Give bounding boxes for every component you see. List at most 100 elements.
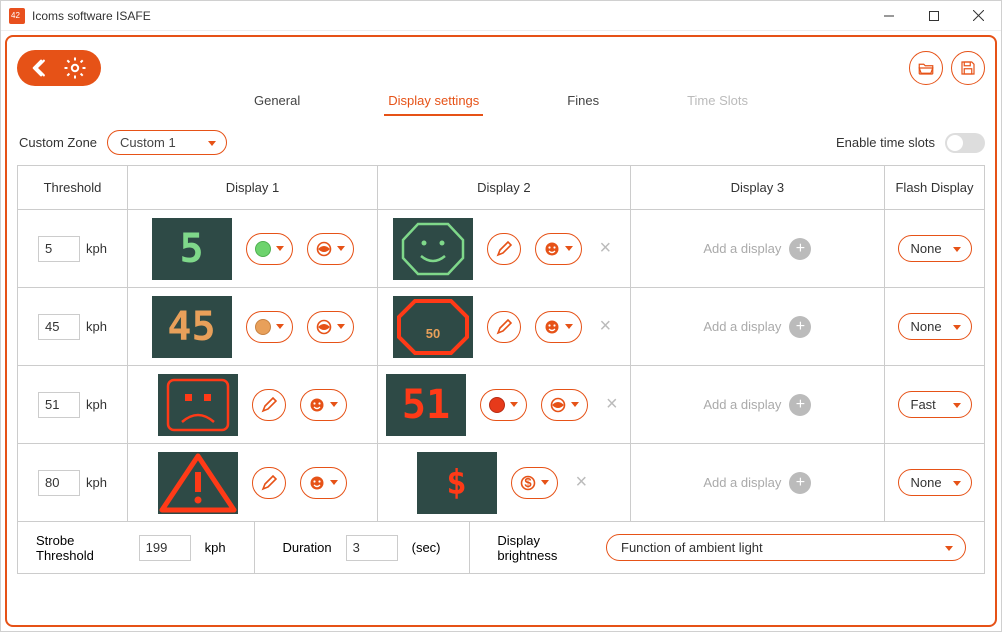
- content-panel: General Display settings Fines Time Slot…: [5, 35, 997, 627]
- back-icon[interactable]: [31, 57, 53, 79]
- minimize-button[interactable]: [866, 1, 911, 30]
- icon-picker[interactable]: [535, 233, 582, 265]
- icon-picker[interactable]: [300, 389, 347, 421]
- duration-input[interactable]: [346, 535, 398, 561]
- svg-text:$: $: [524, 475, 532, 490]
- tab-fines[interactable]: Fines: [563, 87, 603, 116]
- save-button[interactable]: [951, 51, 985, 85]
- close-button[interactable]: [956, 1, 1001, 30]
- threshold-input[interactable]: [38, 236, 80, 262]
- smiley-icon: [309, 397, 325, 413]
- tab-general[interactable]: General: [250, 87, 304, 116]
- display-preview[interactable]: 51: [386, 374, 466, 436]
- enable-time-slots-label: Enable time slots: [836, 135, 935, 150]
- tabs: General Display settings Fines Time Slot…: [17, 87, 985, 116]
- maximize-button[interactable]: [911, 1, 956, 30]
- io-buttons: [909, 51, 985, 85]
- table-row: kph 51 × Add a display+ Fast: [18, 366, 985, 444]
- flash-display-dropdown[interactable]: Fast: [898, 391, 972, 418]
- unit-label: kph: [86, 475, 107, 490]
- remove-display-button[interactable]: ×: [572, 471, 592, 494]
- display-preview[interactable]: 50: [393, 296, 473, 358]
- display-preview[interactable]: [158, 452, 238, 514]
- back-settings-pill: [17, 50, 101, 86]
- remove-display-button[interactable]: ×: [596, 315, 616, 338]
- app-icon: [9, 8, 25, 24]
- icon-picker[interactable]: [535, 311, 582, 343]
- unit-label: kph: [86, 319, 107, 334]
- edit-button[interactable]: [252, 389, 286, 421]
- display-preview[interactable]: [158, 374, 238, 436]
- ball-icon: [550, 397, 566, 413]
- bottom-bar: Strobe Threshold kph Duration (sec) Disp…: [17, 522, 985, 574]
- color-picker[interactable]: [246, 311, 293, 343]
- add-display-button[interactable]: Add a display+: [631, 238, 884, 260]
- enable-time-slots: Enable time slots: [836, 133, 985, 153]
- open-button[interactable]: [909, 51, 943, 85]
- remove-display-button[interactable]: ×: [596, 237, 616, 260]
- custom-zone-label: Custom Zone: [19, 135, 97, 150]
- table-row: kph $ $ × Add a display+ None: [18, 444, 985, 522]
- effect-picker[interactable]: [307, 233, 354, 265]
- header-display-2: Display 2: [378, 166, 631, 210]
- currency-picker[interactable]: $: [511, 467, 558, 499]
- smiley-icon: [309, 475, 325, 491]
- edit-button[interactable]: [252, 467, 286, 499]
- gear-icon[interactable]: [63, 56, 87, 80]
- color-picker[interactable]: [246, 233, 293, 265]
- flash-display-dropdown[interactable]: None: [898, 469, 972, 496]
- svg-text:50: 50: [425, 326, 439, 341]
- table-row: kph 5 × Add a display+ None: [18, 210, 985, 288]
- edit-button[interactable]: [487, 311, 521, 343]
- duration-unit-label: (sec): [412, 540, 441, 555]
- plus-icon: +: [789, 394, 811, 416]
- display-preview[interactable]: 45: [152, 296, 232, 358]
- pencil-icon: [261, 475, 277, 491]
- custom-zone-dropdown[interactable]: Custom 1: [107, 130, 227, 155]
- flash-display-dropdown[interactable]: None: [898, 313, 972, 340]
- display-preview[interactable]: [393, 218, 473, 280]
- zone-row: Custom Zone Custom 1 Enable time slots: [19, 130, 985, 155]
- threshold-input[interactable]: [38, 470, 80, 496]
- display-preview[interactable]: $: [417, 452, 497, 514]
- unit-label: kph: [86, 241, 107, 256]
- header-display-3: Display 3: [630, 166, 884, 210]
- add-display-button[interactable]: Add a display+: [631, 316, 884, 338]
- plus-icon: +: [789, 238, 811, 260]
- dot-red-icon: [489, 397, 505, 413]
- add-display-button[interactable]: Add a display+: [631, 394, 884, 416]
- custom-zone-value: Custom 1: [120, 135, 176, 150]
- remove-display-button[interactable]: ×: [602, 393, 622, 416]
- plus-icon: +: [789, 316, 811, 338]
- threshold-input[interactable]: [38, 392, 80, 418]
- flash-display-dropdown[interactable]: None: [898, 235, 972, 262]
- brightness-dropdown[interactable]: Function of ambient light: [606, 534, 966, 561]
- display-preview[interactable]: 5: [152, 218, 232, 280]
- pencil-icon: [261, 397, 277, 413]
- tab-time-slots[interactable]: Time Slots: [683, 87, 752, 116]
- smiley-icon: [544, 319, 560, 335]
- tab-display-settings[interactable]: Display settings: [384, 87, 483, 116]
- ball-icon: [316, 319, 332, 335]
- icon-picker[interactable]: [300, 467, 347, 499]
- titlebar: Icoms software ISAFE: [1, 1, 1001, 31]
- enable-time-slots-toggle[interactable]: [945, 133, 985, 153]
- effect-picker[interactable]: [541, 389, 588, 421]
- top-toolbar: [17, 45, 985, 91]
- strobe-threshold-input[interactable]: [139, 535, 191, 561]
- strobe-threshold-label: Strobe Threshold: [36, 533, 125, 563]
- unit-label: kph: [86, 397, 107, 412]
- window-title: Icoms software ISAFE: [32, 9, 151, 23]
- add-display-button[interactable]: Add a display+: [631, 472, 884, 494]
- header-flash-display: Flash Display: [885, 166, 985, 210]
- brightness-label: Display brightness: [497, 533, 592, 563]
- header-display-1: Display 1: [128, 166, 378, 210]
- dot-green-icon: [255, 241, 271, 257]
- effect-picker[interactable]: [307, 311, 354, 343]
- threshold-input[interactable]: [38, 314, 80, 340]
- color-picker[interactable]: [480, 389, 527, 421]
- dollar-icon: $: [520, 475, 536, 491]
- plus-icon: +: [789, 472, 811, 494]
- pencil-icon: [496, 241, 512, 257]
- edit-button[interactable]: [487, 233, 521, 265]
